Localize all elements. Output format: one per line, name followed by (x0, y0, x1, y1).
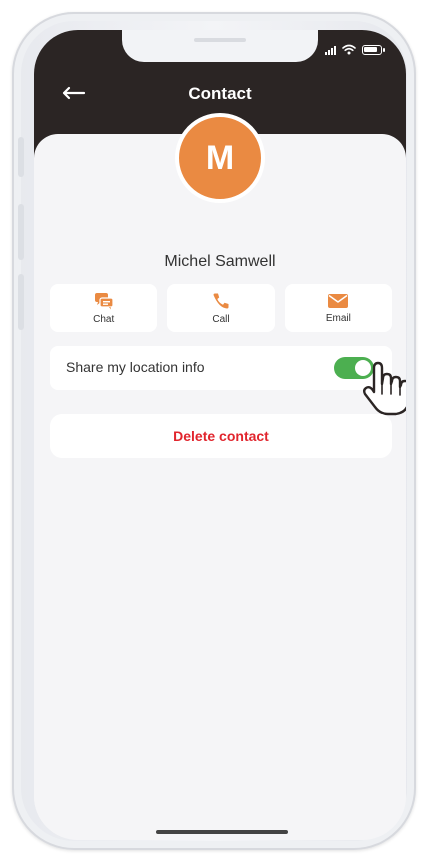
chat-button[interactable]: Chat (50, 284, 158, 332)
signal-icon (325, 45, 336, 55)
avatar: M (175, 113, 265, 203)
speaker-grille (194, 38, 246, 42)
home-indicator (156, 830, 288, 834)
email-icon (328, 293, 349, 308)
delete-contact-button[interactable]: Delete contact (50, 414, 392, 458)
notch (122, 30, 318, 62)
location-share-label: Share my location info (66, 359, 205, 375)
page-title: Contact (188, 84, 252, 103)
status-bar (325, 44, 385, 55)
email-button-label: Email (325, 312, 351, 324)
contact-name: Michel Samwell (164, 253, 276, 270)
location-share-toggle[interactable] (334, 357, 374, 379)
chat-icon (94, 292, 114, 309)
contact-detail-panel (34, 134, 406, 840)
toggle-knob (355, 360, 371, 376)
wifi-icon (342, 44, 356, 55)
mute-switch (18, 137, 24, 177)
volume-up-button (18, 204, 24, 260)
battery-icon (362, 44, 385, 55)
phone-screen: Contact M Michel Samwell Chat Call Email… (34, 30, 406, 840)
location-share-row: Share my location info (50, 346, 392, 390)
call-button-label: Call (212, 313, 230, 325)
contact-actions: Chat Call Email (50, 284, 392, 332)
chat-button-label: Chat (93, 313, 115, 325)
phone-icon (213, 293, 229, 308)
email-button[interactable]: Email (284, 284, 392, 332)
call-button[interactable]: Call (167, 284, 275, 332)
volume-down-button (18, 274, 24, 330)
